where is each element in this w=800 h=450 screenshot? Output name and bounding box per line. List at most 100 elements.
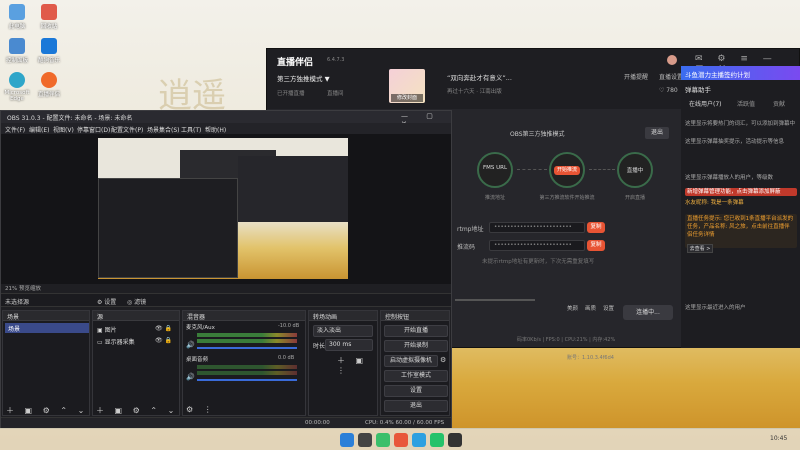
menu-view[interactable]: 视图(V) — [53, 125, 74, 134]
obs-title: OBS 31.0.3 - 配置文件: 未命名 - 场景: 未命名 — [7, 115, 133, 122]
scene-item[interactable]: 场景 — [5, 323, 89, 333]
msg-task[interactable]: 直播任务提示: 您已收到1条直播平台派发的任务，产品名称: 风之旅，点击前往直播… — [685, 214, 797, 248]
properties-button[interactable]: ⚙ 设置 — [97, 297, 116, 306]
menu-file[interactable]: 文件(F) — [5, 125, 25, 134]
desktop-icon-recycle[interactable]: 回收站 — [34, 4, 64, 30]
desktop-speaker-icon[interactable]: 🔊 — [186, 373, 195, 381]
app-icon-3[interactable] — [412, 433, 426, 447]
search-icon[interactable] — [358, 433, 372, 447]
view-task-button[interactable]: 去查看 > — [687, 244, 713, 253]
msg-users: 这里显示弹幕播放人的用户，等级数 — [685, 175, 774, 181]
likes-count: ♡ 780 — [659, 87, 678, 94]
beauty-tool[interactable]: 美颜 — [567, 304, 578, 312]
no-source-label: 未选择源 — [5, 299, 30, 306]
source-label-image: 图片 — [104, 327, 117, 334]
duration-input[interactable]: 300 ms — [325, 339, 373, 351]
settings-button[interactable]: 设置 — [384, 385, 448, 397]
tab-online[interactable]: 在线用户(7) — [689, 99, 722, 108]
menu-edit[interactable]: 编辑(E) — [29, 125, 49, 134]
exit-obs-button[interactable]: 退出 — [384, 400, 448, 412]
taskbar: 10:45 — [0, 428, 800, 450]
start-stream-button[interactable]: 开始直播 — [384, 325, 448, 337]
mic-speaker-icon[interactable]: 🔊 — [186, 341, 195, 349]
mixer-desktop-db: 0.0 dB — [278, 355, 295, 361]
mixer-desktop-meter — [197, 365, 297, 369]
change-cover-button[interactable]: 修改封面 — [391, 94, 423, 102]
sources-header: 源 — [93, 311, 179, 321]
exit-button[interactable]: 退出 — [645, 127, 669, 139]
mixer-mic-meter-2 — [197, 339, 297, 343]
source-item-image: ▣ 图片 — [97, 325, 117, 334]
virtual-camera-button[interactable]: 启动虚拟摄像机 — [384, 355, 438, 367]
image-icon: ▣ — [97, 327, 105, 334]
start-recording-button[interactable]: 开始录制 — [384, 340, 448, 352]
filters-button[interactable]: ◎ 滤镜 — [127, 297, 146, 306]
step-connector — [517, 169, 547, 170]
msg-hot-words: 这里显示将要热门的词汇，可以添加到弹幕中 — [685, 121, 796, 127]
step-sub-1: 推流地址 — [484, 195, 505, 201]
obs-taskbar-icon[interactable] — [448, 433, 462, 447]
visibility-lock-icons[interactable]: 👁 🔒 — [155, 325, 172, 332]
mode-selector[interactable]: 第三方独推模式 ▼ — [277, 73, 330, 83]
volume-slider[interactable] — [455, 299, 535, 301]
scene-tools[interactable]: ＋ ▣ ⚙ ⌃ ⌄ — [6, 405, 88, 416]
start-icon[interactable] — [340, 433, 354, 447]
notify-button[interactable]: 开播提醒 — [624, 72, 648, 81]
quality-tool[interactable]: 画质 — [585, 304, 596, 312]
msg-new-feature[interactable]: 新增弹幕管理功能，点击弹幕添加屏蔽 — [685, 188, 797, 196]
menu-profile[interactable]: 配置文件(P) — [111, 125, 143, 134]
transition-select[interactable]: 淡入淡出 — [313, 325, 373, 337]
transitions-dock: 转场动画 淡入淡出 时长 300 ms ＋ ▣ ⋮ — [308, 310, 378, 416]
source-label-display: 显示器采集 — [104, 339, 135, 346]
app-icon-2[interactable] — [394, 433, 408, 447]
virtual-camera-gear-icon[interactable]: ⚙ — [440, 356, 446, 364]
desktop-icon-kugou[interactable]: 酷狗音乐 — [34, 38, 64, 64]
menu-dock[interactable]: 停靠窗口(D) — [77, 125, 110, 134]
obs-timecodes: 00:00:00 — [305, 420, 330, 426]
scenes-header: 场景 — [3, 311, 89, 321]
menu-scene-collection[interactable]: 场景集合(S) — [147, 125, 180, 134]
sign-banner[interactable]: 斗鱼潜力主播签约计划 — [681, 66, 800, 80]
obs-window: OBS 31.0.3 - 配置文件: 未命名 - 场景: 未命名 — ▢ ✕ 文… — [0, 110, 452, 428]
source-toolbar: 未选择源 ⚙ 设置 ◎ 滤镜 — [1, 293, 451, 307]
desktop-icon-control[interactable]: 控制面板 — [2, 38, 32, 64]
source-tools[interactable]: ＋ ▣ ⚙ ⌃ ⌄ — [96, 405, 178, 416]
mixer-mic-slider[interactable] — [197, 347, 297, 349]
app-icon-1[interactable] — [376, 433, 390, 447]
preview-nested-obs — [98, 178, 238, 278]
stream-key-input[interactable]: •••••••••••••••••••••••• — [489, 240, 585, 251]
menu-help[interactable]: 帮助(H) — [205, 125, 226, 134]
tab-active[interactable]: 活跃值 — [737, 99, 755, 108]
obs-status: CPU: 0.4% 60.00 / 60.00 FPS — [365, 420, 445, 426]
transition-tools[interactable]: ＋ ▣ ⋮ — [337, 355, 377, 375]
copy-rtmp-button[interactable]: 复制 — [587, 222, 605, 233]
obs-statusbar: 00:00:00 CPU: 0.4% 60.00 / 60.00 FPS — [1, 417, 451, 428]
mixer-tools[interactable]: ⚙ ⋮ — [186, 405, 216, 414]
tools-settings[interactable]: 设置 — [603, 304, 614, 312]
stream-stats: 码率0Kb/s | FPS:0 | CPU:21% | 内存:42% — [517, 337, 616, 343]
start-live-button[interactable]: 连播中... — [623, 305, 673, 320]
visibility-lock-icons-2[interactable]: 👁 🔒 — [155, 337, 172, 344]
key-label: 推流码 — [457, 244, 476, 251]
mixer-desktop-slider[interactable] — [197, 379, 297, 381]
msg-lottery: 这里显示弹幕抽奖提示，活动提示等信息 — [685, 139, 785, 145]
preview-area[interactable] — [1, 134, 451, 284]
desktop-icon-live[interactable]: 直播伴侣 — [34, 72, 64, 98]
wechat-icon[interactable] — [430, 433, 444, 447]
step-connector-2 — [589, 169, 615, 170]
obs-titlebar: OBS 31.0.3 - 配置文件: 未命名 - 场景: 未命名 — ▢ ✕ — [1, 111, 451, 128]
desktop-icon-edge[interactable]: Microsoft Edge — [2, 72, 32, 102]
copy-key-button[interactable]: 复制 — [587, 240, 605, 251]
kugou-icon — [41, 38, 57, 54]
zoom-readout: 21% 预览缩放 — [5, 284, 41, 292]
desktop-icon-computer[interactable]: 此电脑 — [2, 4, 32, 30]
live-settings-button[interactable]: 直播设置 — [659, 72, 683, 81]
zoom-value: 21% — [5, 286, 18, 292]
menu-tools[interactable]: 工具(T) — [181, 125, 201, 134]
tab-contrib[interactable]: 贡献 — [773, 99, 785, 108]
step-label-2[interactable]: 开始推流 — [554, 166, 580, 175]
user-avatar[interactable] — [667, 55, 677, 65]
rtmp-input[interactable]: •••••••••••••••••••••••• — [489, 222, 585, 233]
studio-mode-button[interactable]: 工作室模式 — [384, 370, 448, 382]
live-app-title: 直播伴侣 — [277, 58, 314, 68]
